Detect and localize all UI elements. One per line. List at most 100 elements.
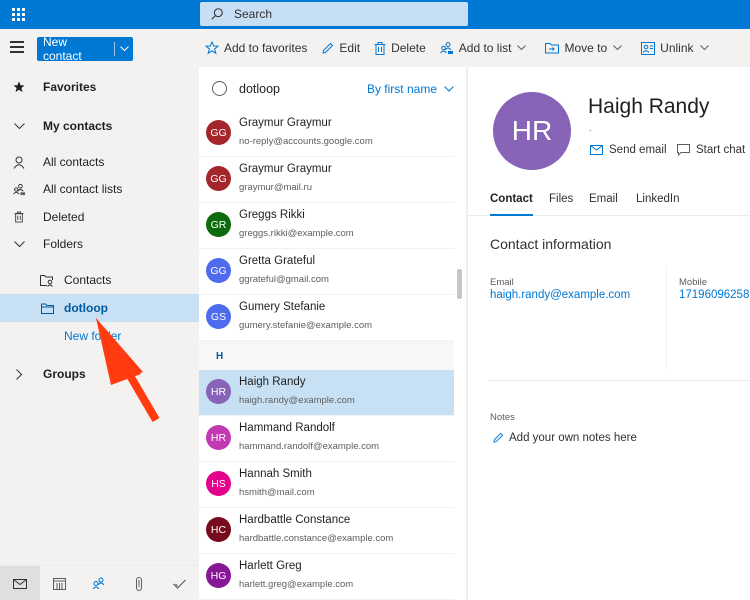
chevron-right-icon [12,367,26,381]
contact-email: graymur@mail.ru [239,182,312,193]
search-input[interactable] [234,7,434,21]
sort-dropdown[interactable]: By first name [367,82,454,96]
email-field-value[interactable]: haigh.randy@example.com [490,289,630,301]
avatar: HS [206,471,231,496]
section-header-h: H [199,341,454,371]
unlink-icon [641,41,656,55]
move-to-label: Move to [564,41,608,55]
new-contact-label: New contact [43,35,82,63]
contact-list-pane: dotloop By first name GG Graymur Graymur… [199,67,467,600]
mobile-field-value[interactable]: 17196096258 [679,289,749,301]
add-to-favorites-button[interactable]: Add to favorites [205,41,307,55]
contact-row[interactable]: GR Greggs Rikki greggs.rikki@example.com [199,203,454,249]
contact-email: ggrateful@gmail.com [239,274,329,285]
waffle-icon [11,8,25,21]
contact-email: no-reply@accounts.google.com [239,136,373,147]
avatar: GR [206,212,231,237]
chat-icon [677,144,690,156]
unlink-button[interactable]: Unlink [641,41,713,55]
contact-row[interactable]: GG Graymur Graymur graymur@mail.ru [199,157,454,203]
add-to-list-label: Add to list [458,41,512,55]
left-navigation: Favorites My contacts All contacts All c… [0,67,199,565]
hamburger-menu-button[interactable] [10,41,24,53]
move-to-icon [545,43,560,54]
star-icon [12,80,26,94]
nav-folder-dotloop[interactable]: dotloop [0,294,199,322]
nav-folder-dotloop-label: dotloop [64,301,108,315]
contact-row-selected[interactable]: HR Haigh Randy haigh.randy@example.com [199,370,454,416]
add-to-list-button[interactable]: Add to list [439,41,532,55]
nav-folder-contacts-label: Contacts [64,273,112,287]
nav-folders[interactable]: Folders [0,230,199,258]
new-folder-link[interactable]: New folder [0,322,199,350]
contact-email: hammand.randolf@example.com [239,441,380,452]
nav-my-contacts[interactable]: My contacts [0,112,199,140]
todo-app-button[interactable] [159,566,199,600]
contact-name: Greggs Rikki [239,209,305,221]
edit-button[interactable]: Edit [321,41,360,55]
nav-deleted[interactable]: Deleted [0,203,199,231]
list-scrollbar-thumb[interactable] [457,269,462,299]
contact-row[interactable]: GS Gumery Stefanie gumery.stefanie@examp… [199,295,454,341]
send-email-button[interactable]: Send email [590,144,667,156]
contact-row[interactable]: HS Hannah Smith hsmith@mail.com [199,462,454,508]
start-chat-button[interactable]: Start chat [677,144,745,156]
nav-favorites[interactable]: Favorites [0,73,199,101]
contact-row[interactable]: GG Graymur Graymur no-reply@accounts.goo… [199,111,454,157]
add-notes-button[interactable]: Add your own notes here [492,432,637,444]
column-divider [666,267,667,369]
select-all-checkbox[interactable] [212,81,227,96]
contact-row[interactable]: HR Hammand Randolf hammand.randolf@examp… [199,416,454,462]
new-contact-dropdown[interactable] [115,46,133,52]
avatar: GG [206,120,231,145]
mail-icon [12,578,27,589]
avatar: GG [206,166,231,191]
files-app-button[interactable] [119,566,159,600]
contact-name: Graymur Graymur [239,117,332,129]
tab-linkedin[interactable]: LinkedIn [636,193,679,216]
contact-folder-icon [40,273,54,287]
mail-app-button[interactable] [0,566,40,600]
people-icon [93,577,105,590]
delete-button[interactable]: Delete [374,41,426,55]
contact-email: hsmith@mail.com [239,487,315,498]
add-to-favorites-label: Add to favorites [224,41,308,55]
tab-email[interactable]: Email [589,193,618,216]
person-icon [12,155,26,169]
people-app-button[interactable] [80,566,120,600]
paperclip-icon [136,576,143,591]
contact-row[interactable]: GG Gretta Grateful ggrateful@gmail.com [199,249,454,295]
contact-name: Hannah Smith [239,468,312,480]
contact-name: Hammand Randolf [239,422,335,434]
search-box[interactable] [200,2,468,26]
command-bar: New contact Add to favorites Edit Delete… [0,29,750,67]
contact-name: Harlett Greg [239,560,302,572]
calendar-app-button[interactable] [40,566,80,600]
nav-all-contacts[interactable]: All contacts [0,148,199,176]
contact-row[interactable]: HC Hardbattle Constance hardbattle.const… [199,508,454,554]
contact-name: Gumery Stefanie [239,301,326,313]
contact-subtitle: . [589,123,592,133]
avatar: HR [206,379,231,404]
contact-row[interactable]: HG Harlett Greg harlett.greg@example.com [199,554,454,600]
detail-tabs: Contact Files Email LinkedIn [468,187,750,216]
app-launcher-button[interactable] [0,0,36,29]
contact-information-heading: Contact information [490,236,612,252]
contact-email: greggs.rikki@example.com [239,228,354,239]
nav-folder-contacts[interactable]: Contacts [0,266,199,294]
chevron-down-icon [699,45,709,51]
star-add-icon [205,41,219,55]
avatar: HG [206,563,231,588]
contact-name: Graymur Graymur [239,163,332,175]
move-to-button[interactable]: Move to [545,41,627,55]
chevron-down-icon [444,86,454,92]
nav-all-contact-lists[interactable]: All contact lists [0,175,199,203]
section-letter: H [216,351,224,362]
new-contact-button[interactable]: New contact [37,35,133,63]
tab-files[interactable]: Files [549,193,573,216]
mail-icon [590,145,603,155]
tab-contact[interactable]: Contact [490,193,533,216]
search-icon [211,8,223,20]
nav-groups[interactable]: Groups [0,360,199,388]
contact-avatar-large: HR [493,92,571,170]
